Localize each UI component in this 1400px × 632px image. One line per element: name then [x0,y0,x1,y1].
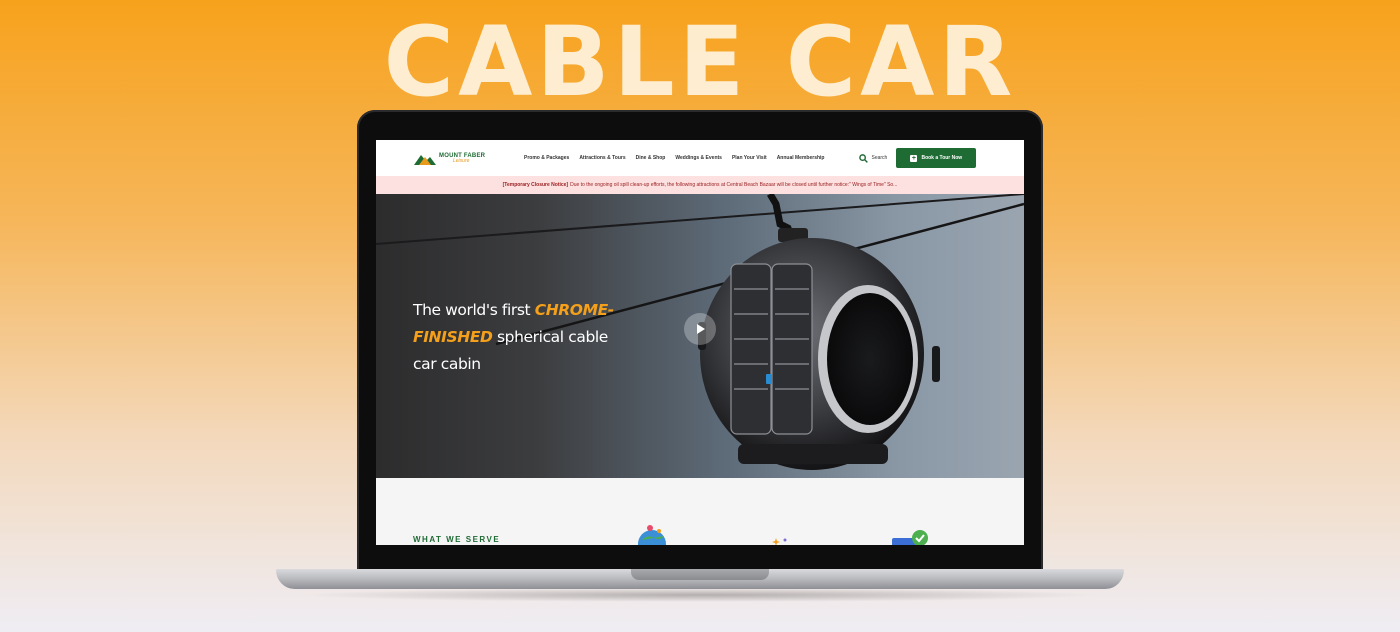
nav-item-attractions[interactable]: Attractions & Tours [579,155,625,161]
hero-accent-1: CHROME- [534,301,615,319]
notice-tag: [Temporary Closure Notice] [502,182,569,188]
play-video-button[interactable] [684,313,716,345]
plus-icon: + [910,154,918,162]
nav-item-promo[interactable]: Promo & Packages [524,155,569,161]
logo-subtitle: Leisure [453,157,470,164]
nav-item-weddings[interactable]: Weddings & Events [675,155,722,161]
search-button[interactable]: Search [859,153,888,163]
what-we-serve-section: WHAT WE SERVE [376,478,1024,545]
checkmark-ticket-icon [892,530,928,545]
notice-text: Due to the ongoing oil spill clean-up ef… [570,182,898,188]
mountain-logo-icon [414,155,436,165]
site-header: MOUNT FABER Leisure Promo & Packages Att… [376,140,1024,176]
nav-item-dine[interactable]: Dine & Shop [636,155,666,161]
search-label: Search [871,155,888,161]
hero-headline: The world's first CHROME- FINISHED spheri… [413,297,623,378]
search-icon [859,153,869,163]
play-icon [697,324,705,334]
hero-banner: The world's first CHROME- FINISHED spheri… [376,194,1024,478]
main-nav: Promo & Packages Attractions & Tours Din… [524,155,824,161]
nav-item-membership[interactable]: Annual Membership [777,155,825,161]
nav-item-plan[interactable]: Plan Your Visit [732,155,767,161]
book-tour-label: Book a Tour Now [921,155,963,161]
site-logo[interactable]: MOUNT FABER Leisure [414,151,520,165]
globe-map-icon [638,525,666,545]
hero-accent-2: FINISHED [413,328,493,346]
sparkle-icon [772,538,787,545]
closure-notice[interactable]: [Temporary Closure Notice] Due to the on… [376,176,1024,194]
section-label: WHAT WE SERVE [413,535,501,544]
browser-screen: MOUNT FABER Leisure Promo & Packages Att… [376,140,1024,545]
banner-title: CABLE CAR [383,6,1017,118]
laptop-shadow [300,588,1100,602]
hero-text-start: The world's first [413,301,535,319]
laptop-grip [631,569,769,580]
book-tour-button[interactable]: + Book a Tour Now [896,148,977,168]
